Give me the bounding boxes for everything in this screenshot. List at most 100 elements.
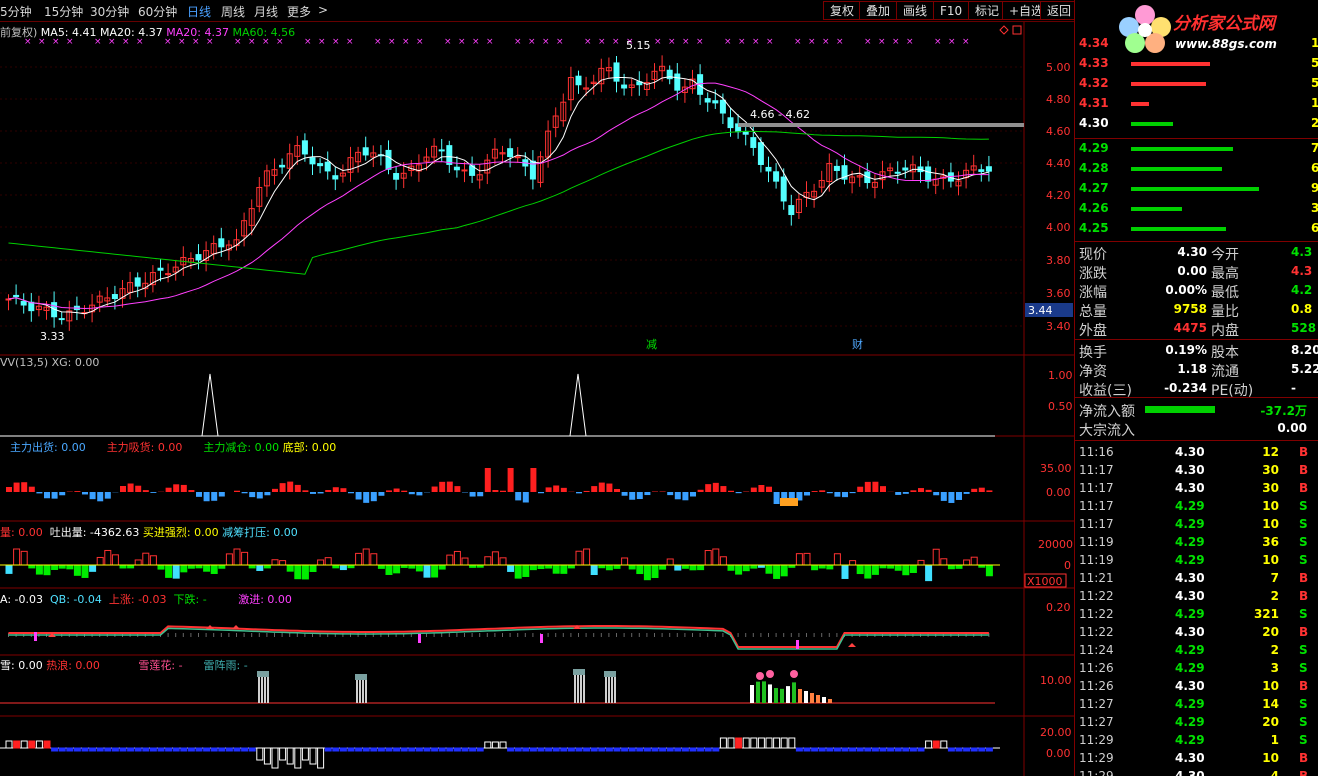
trade-row[interactable]: 11:17 4.30 30 B: [1075, 479, 1318, 497]
indicator-bar: [13, 740, 21, 749]
candle-body: [621, 84, 628, 89]
trade-row[interactable]: 11:26 4.30 10 B: [1075, 677, 1318, 695]
volume-bar: [446, 554, 454, 566]
trade-row[interactable]: 11:26 4.29 3 S: [1075, 659, 1318, 677]
overlay-button[interactable]: 叠加: [859, 1, 898, 20]
x-marker: ×: [38, 37, 46, 47]
mark-button[interactable]: 标记: [968, 1, 1007, 20]
indicator-bar: [567, 747, 575, 752]
x-marker: ×: [52, 37, 60, 47]
indicator-bar: [415, 747, 423, 752]
money-flow-bar: [317, 492, 324, 494]
trade-row[interactable]: 11:29 4.30 4 B: [1075, 767, 1318, 776]
money-flow-bar: [925, 489, 932, 492]
money-flow-bar: [522, 492, 529, 503]
trade-side: B: [1299, 769, 1309, 776]
money-flow-bar: [697, 489, 704, 492]
trade-row[interactable]: 11:27 4.29 20 S: [1075, 713, 1318, 731]
indicator-bar: [765, 737, 773, 749]
money-flow-bar: [439, 481, 446, 492]
indicator-bar: [887, 747, 895, 752]
back-button[interactable]: 返回: [1040, 1, 1079, 20]
trade-price: 4.30: [1175, 625, 1205, 639]
chevron-right-icon[interactable]: >: [318, 3, 328, 17]
trade-row[interactable]: 11:19 4.29 36 S: [1075, 533, 1318, 551]
p4-tick-2: 0: [1064, 559, 1071, 572]
trade-row[interactable]: 11:22 4.30 2 B: [1075, 587, 1318, 605]
volume-bar: [970, 556, 978, 566]
trade-time: 11:26: [1079, 679, 1114, 693]
volume-bar: [864, 564, 872, 579]
money-flow-bar: [13, 482, 20, 492]
trade-row[interactable]: 11:16 4.30 12 B: [1075, 443, 1318, 461]
period-more[interactable]: 更多: [287, 3, 311, 20]
volume-bar: [575, 550, 583, 566]
snow-pillar: [267, 677, 269, 703]
quote-row: 收益(三) -0.234 PE(动) -: [1075, 379, 1318, 399]
quote-row: 涨幅 0.00% 最低 4.2: [1075, 281, 1318, 301]
orderbook-row[interactable]: 4.27 9: [1075, 179, 1318, 199]
trade-row[interactable]: 11:17 4.30 30 B: [1075, 461, 1318, 479]
trade-row[interactable]: 11:17 4.29 10 S: [1075, 515, 1318, 533]
orderbook-row[interactable]: 4.34 1: [1075, 34, 1318, 54]
period-daily[interactable]: 日线: [187, 3, 211, 20]
money-flow-bar: [340, 488, 347, 492]
chart-area[interactable]: × × × × × × × × × × × × × × × × × × × × × × × × × × × × × × × × × × × × × × × ×…: [0, 22, 1074, 776]
f10-button[interactable]: F10: [933, 1, 970, 20]
period-5min[interactable]: 5分钟: [0, 3, 32, 20]
money-flow-bar: [963, 492, 970, 494]
adjust-button[interactable]: 复权: [823, 1, 862, 20]
draw-line-button[interactable]: 画线: [896, 1, 935, 20]
orderbook-row[interactable]: 4.29 7: [1075, 139, 1318, 159]
volume-bar: [795, 553, 803, 566]
quote-label: 涨跌: [1079, 266, 1107, 282]
candle-body: [362, 147, 369, 156]
trade-row[interactable]: 11:29 4.30 10 B: [1075, 749, 1318, 767]
volume-bar: [925, 564, 933, 582]
trade-row[interactable]: 11:27 4.29 14 S: [1075, 695, 1318, 713]
volume-bar: [355, 552, 363, 566]
candle-body: [985, 166, 992, 172]
volume-bar: [803, 552, 811, 566]
indicator-bar: [35, 740, 43, 749]
x-marker: ×: [164, 37, 172, 47]
candle-body: [111, 294, 118, 300]
trade-row[interactable]: 11:22 4.29 321 S: [1075, 605, 1318, 623]
trade-time: 11:19: [1079, 553, 1114, 567]
indicator-bar: [362, 747, 370, 752]
period-weekly[interactable]: 周线: [221, 3, 245, 20]
period-60min[interactable]: 60分钟: [138, 3, 177, 20]
indicator-bar: [453, 747, 461, 752]
orderbook-row[interactable]: 4.26 3: [1075, 199, 1318, 219]
quote-label: 最高: [1211, 266, 1239, 282]
trade-row[interactable]: 11:17 4.29 10 S: [1075, 497, 1318, 515]
orderbook-row[interactable]: 4.33 5: [1075, 54, 1318, 74]
period-30min[interactable]: 30分钟: [90, 3, 129, 20]
trade-volume: 30: [1262, 463, 1279, 477]
trade-row[interactable]: 11:24 4.29 2 S: [1075, 641, 1318, 659]
orderbook-row[interactable]: 4.30 2: [1075, 114, 1318, 134]
trade-row[interactable]: 11:29 4.29 1 S: [1075, 731, 1318, 749]
candle-body: [453, 166, 460, 171]
money-flow-bar: [986, 490, 993, 492]
indicator-bar: [332, 747, 340, 752]
indicator-bar: [902, 747, 910, 752]
orderbook-row[interactable]: 4.32 5: [1075, 74, 1318, 94]
orderbook-row[interactable]: 4.28 6: [1075, 159, 1318, 179]
indicator-bar: [940, 740, 948, 749]
trade-volume: 14: [1262, 697, 1279, 711]
period-15min[interactable]: 15分钟: [44, 3, 83, 20]
orderbook-row[interactable]: 4.25 6: [1075, 219, 1318, 239]
trade-row[interactable]: 11:19 4.29 10 S: [1075, 551, 1318, 569]
vv-spike: [201, 373, 219, 437]
money-flow-bar: [196, 492, 202, 497]
money-flow-bar: [104, 492, 111, 499]
period-monthly[interactable]: 月线: [254, 3, 278, 20]
heatwave-bar: [828, 699, 832, 703]
trade-row[interactable]: 11:22 4.30 20 B: [1075, 623, 1318, 641]
orderbook-row[interactable]: 4.31 1: [1075, 94, 1318, 114]
x-marker: ×: [486, 37, 494, 47]
volume-bar: [104, 549, 112, 566]
indicator-bar: [636, 747, 644, 752]
trade-row[interactable]: 11:21 4.30 7 B: [1075, 569, 1318, 587]
